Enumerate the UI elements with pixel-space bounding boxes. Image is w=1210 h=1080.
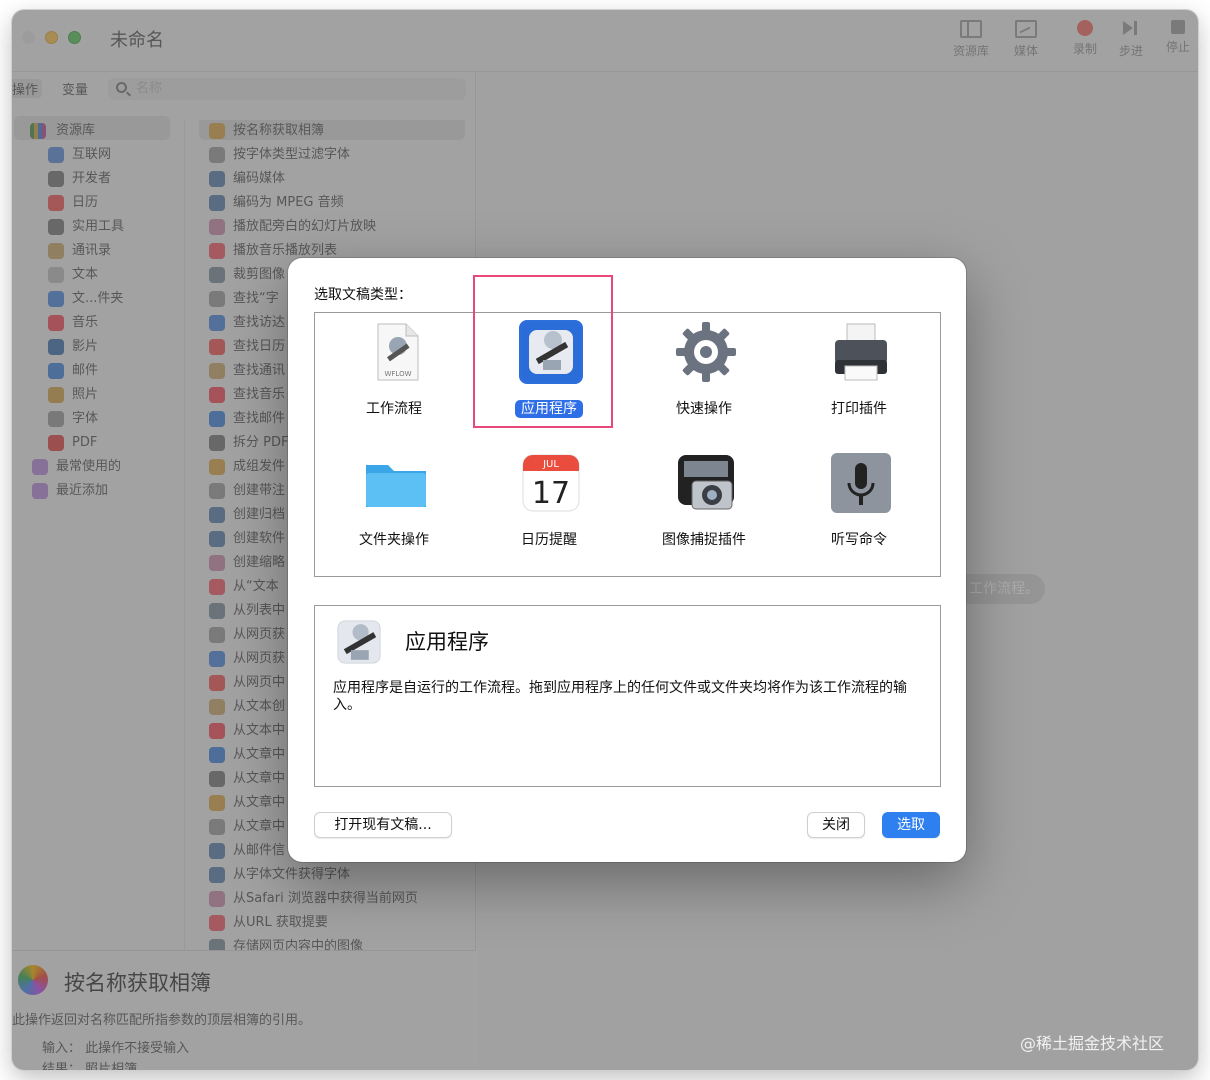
screen: 未命名 资源库 媒体 录制 步进 停止 操作 变量 名称 资源库互联网开发者日历… [0,0,1210,1080]
info-title: 应用程序 [405,630,489,654]
type-image-capture-plugin[interactable]: 图像捕捉插件 [628,449,780,564]
type-quick-action[interactable]: 快速操作 [628,318,780,433]
wflow-badge-text: WFLOW [384,370,411,378]
type-label: 听写命令 [831,532,887,548]
calendar-icon: JUL 17 [522,454,580,512]
watermark: @稀土掘金技术社区 [1020,1034,1165,1053]
open-existing-button[interactable]: 打开现有文稿... [314,812,452,838]
close-button[interactable]: 关闭 [807,812,865,838]
type-label: 工作流程 [366,401,422,417]
type-label: 文件夹操作 [359,532,429,548]
folder-icon [366,465,426,507]
type-label: 快速操作 [676,401,732,417]
printer-icon [835,323,887,381]
info-text: 应用程序是自运行的工作流程。拖到应用程序上的任何文件或文件夹均将作为该工作流程的… [333,680,907,713]
type-folder-action[interactable]: 文件夹操作 [318,449,470,564]
document-type-dialog: 选取文稿类型： WFLOW 工作流程 应用程序 快速操作 打印插件 文件夹操作 … [288,258,966,862]
microphone-icon [831,453,891,513]
type-calendar-alarm[interactable]: JUL 17 日历提醒 [473,449,625,564]
type-label: 打印插件 [831,401,887,417]
document-type-grid: WFLOW 工作流程 应用程序 快速操作 打印插件 文件夹操作 JUL 17 日… [314,312,941,577]
dialog-prompt: 选取文稿类型： [314,287,412,303]
type-info-panel: 应用程序 应用程序是自运行的工作流程。拖到应用程序上的任何文件或文件夹均将作为该… [314,605,941,787]
calendar-day: 17 [532,476,570,511]
type-workflow[interactable]: WFLOW 工作流程 [318,318,470,433]
camera-icon [678,455,734,510]
type-label: 日历提醒 [521,532,577,548]
type-print-plugin[interactable]: 打印插件 [783,318,935,433]
choose-button[interactable]: 选取 [882,812,940,838]
type-label: 图像捕捉插件 [662,532,746,548]
selection-annotation-box [473,275,613,428]
automator-app-icon [337,620,381,664]
gear-icon [676,322,736,382]
calendar-month: JUL [542,459,559,470]
wflow-file-icon: WFLOW [377,323,419,381]
type-dictation-command[interactable]: 听写命令 [783,449,935,564]
